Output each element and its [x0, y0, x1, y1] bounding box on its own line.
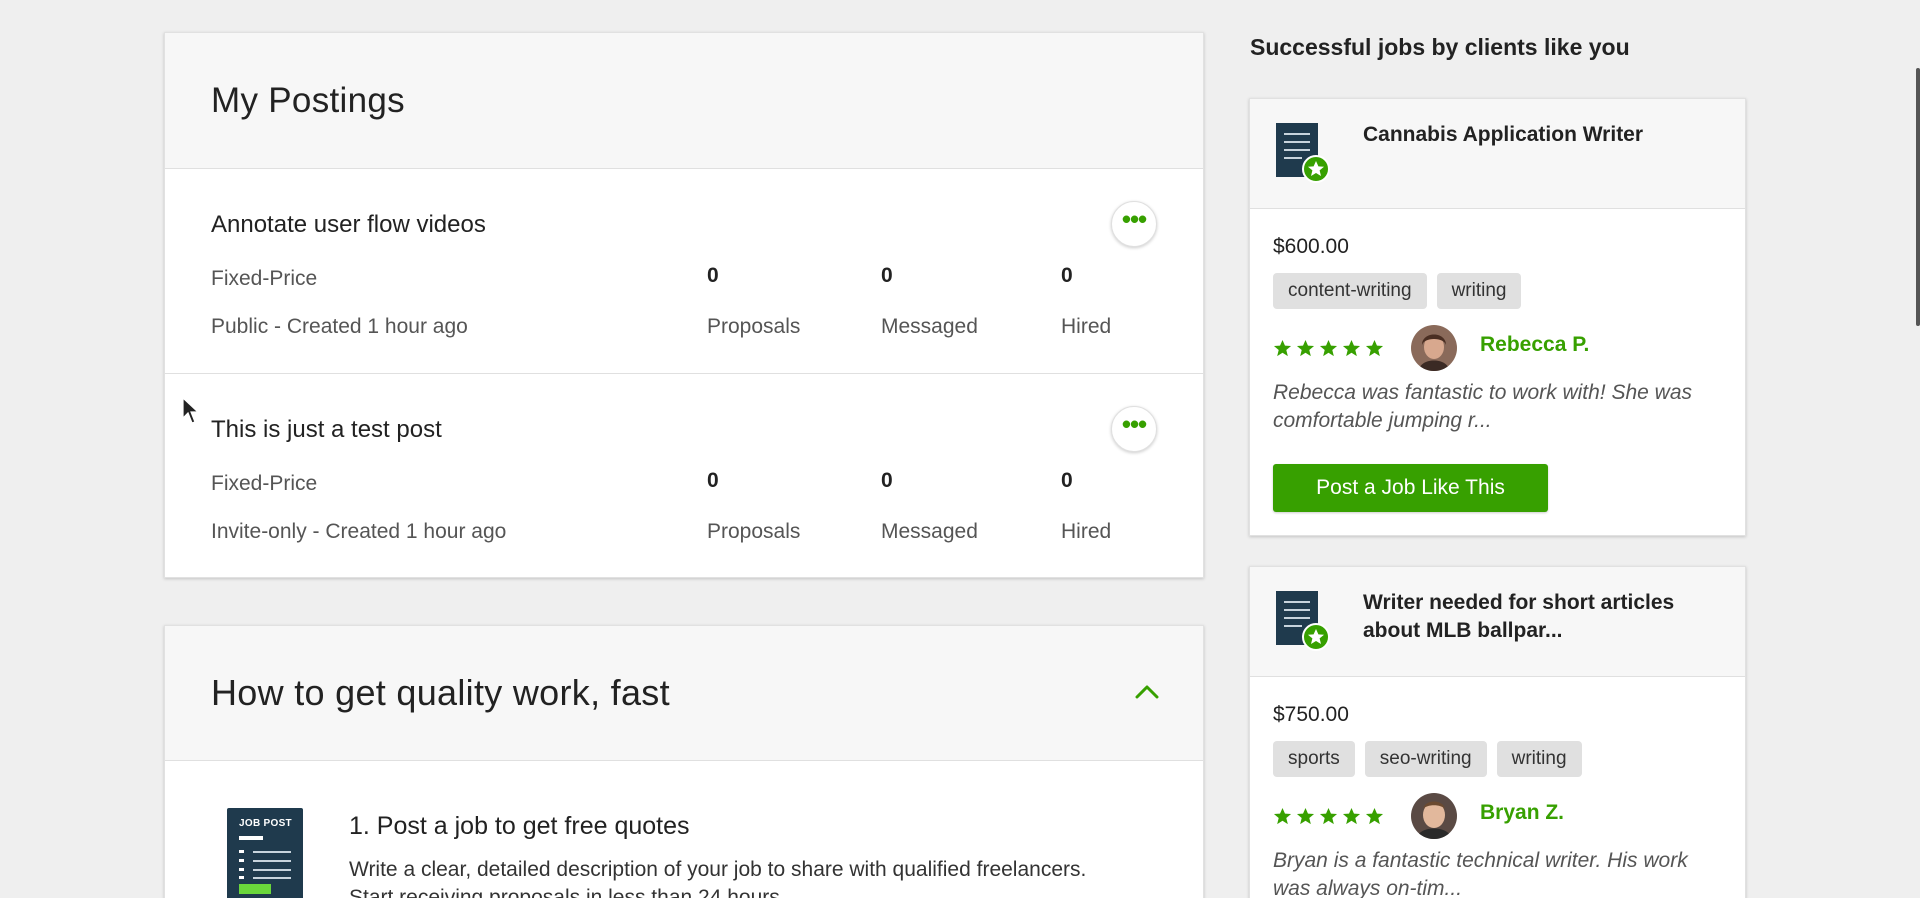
- review-text: Bryan is a fantastic technical writer. H…: [1273, 849, 1688, 898]
- how-to-card: How to get quality work, fast JOB POST 1…: [164, 625, 1204, 898]
- star-icon: [1319, 339, 1338, 357]
- star-icon: [1342, 339, 1361, 357]
- avatar[interactable]: [1411, 793, 1457, 839]
- job-tags: sports seo-writing writing: [1273, 741, 1582, 777]
- job-tags: content-writing writing: [1273, 273, 1522, 309]
- posting-title[interactable]: This is just a test post: [211, 416, 442, 444]
- more-icon: •••: [1121, 204, 1147, 234]
- my-postings-card: My Postings Annotate user flow videos Fi…: [164, 32, 1204, 578]
- posting-row[interactable]: Annotate user flow videos Fixed-Price Pu…: [165, 169, 1203, 374]
- star-icon: [1365, 339, 1384, 357]
- job-price: $600.00: [1273, 235, 1349, 258]
- skill-tag[interactable]: seo-writing: [1364, 741, 1487, 777]
- step-title: 1. Post a job to get free quotes: [349, 812, 690, 840]
- job-card-header: Writer needed for short articles about M…: [1250, 567, 1745, 677]
- proposals-label: Proposals: [707, 520, 801, 543]
- document-star-icon: [1276, 591, 1330, 651]
- posting-type: Fixed-Price: [211, 267, 318, 290]
- star-icon: [1273, 339, 1292, 357]
- my-postings-header: My Postings: [165, 33, 1203, 169]
- posting-row[interactable]: This is just a test post Fixed-Price Inv…: [165, 374, 1203, 579]
- job-title[interactable]: Writer needed for short articles about M…: [1363, 589, 1723, 645]
- rating-stars: [1273, 807, 1384, 826]
- job-title[interactable]: Cannabis Application Writer: [1363, 121, 1723, 149]
- rating-stars: [1273, 339, 1384, 358]
- hired-count: 0: [1061, 264, 1073, 287]
- skill-tag[interactable]: sports: [1273, 741, 1355, 777]
- scrollbar[interactable]: [1916, 68, 1920, 326]
- how-to-title: How to get quality work, fast: [211, 672, 670, 713]
- job-post-illustration-label: JOB POST: [239, 818, 292, 829]
- sidebar-title: Successful jobs by clients like you: [1250, 34, 1630, 60]
- step-description: Write a clear, detailed description of y…: [349, 858, 1087, 898]
- how-to-header[interactable]: How to get quality work, fast: [165, 626, 1203, 761]
- job-price: $750.00: [1273, 703, 1349, 726]
- proposals-count: 0: [707, 469, 719, 492]
- posting-meta: Invite-only - Created 1 hour ago: [211, 520, 507, 543]
- hired-label: Hired: [1061, 315, 1112, 338]
- posting-meta: Public - Created 1 hour ago: [211, 315, 468, 338]
- job-post-illustration: JOB POST: [227, 808, 303, 898]
- messaged-label: Messaged: [881, 520, 978, 543]
- reviewer-name[interactable]: Bryan Z.: [1480, 801, 1564, 825]
- my-postings-title: My Postings: [211, 80, 405, 120]
- hired-count: 0: [1061, 469, 1073, 492]
- avatar[interactable]: [1411, 325, 1457, 371]
- skill-tag[interactable]: content-writing: [1273, 273, 1427, 309]
- more-icon: •••: [1121, 409, 1147, 439]
- posting-title[interactable]: Annotate user flow videos: [211, 211, 486, 239]
- proposals-label: Proposals: [707, 315, 801, 338]
- job-card-header: Cannabis Application Writer: [1250, 99, 1745, 209]
- mouse-cursor-icon: [182, 397, 200, 424]
- chevron-up-icon[interactable]: [1133, 678, 1161, 706]
- star-icon: [1296, 339, 1315, 357]
- star-icon: [1273, 807, 1292, 825]
- reviewer-name[interactable]: Rebecca P.: [1480, 333, 1589, 357]
- star-icon: [1296, 807, 1315, 825]
- messaged-label: Messaged: [881, 315, 978, 338]
- messaged-count: 0: [881, 469, 893, 492]
- skill-tag[interactable]: writing: [1436, 273, 1522, 309]
- hired-label: Hired: [1061, 520, 1112, 543]
- successful-job-card: Cannabis Application Writer $600.00 cont…: [1249, 98, 1746, 536]
- document-star-icon: [1276, 123, 1330, 183]
- star-icon: [1342, 807, 1361, 825]
- messaged-count: 0: [881, 264, 893, 287]
- more-options-button[interactable]: •••: [1111, 201, 1157, 247]
- post-job-like-this-button[interactable]: Post a Job Like This: [1273, 464, 1548, 512]
- star-icon: [1365, 807, 1384, 825]
- successful-job-card: Writer needed for short articles about M…: [1249, 566, 1746, 898]
- more-options-button[interactable]: •••: [1111, 406, 1157, 452]
- posting-type: Fixed-Price: [211, 472, 318, 495]
- proposals-count: 0: [707, 264, 719, 287]
- skill-tag[interactable]: writing: [1496, 741, 1582, 777]
- star-icon: [1319, 807, 1338, 825]
- review-text: Rebecca was fantastic to work with! She …: [1273, 381, 1693, 432]
